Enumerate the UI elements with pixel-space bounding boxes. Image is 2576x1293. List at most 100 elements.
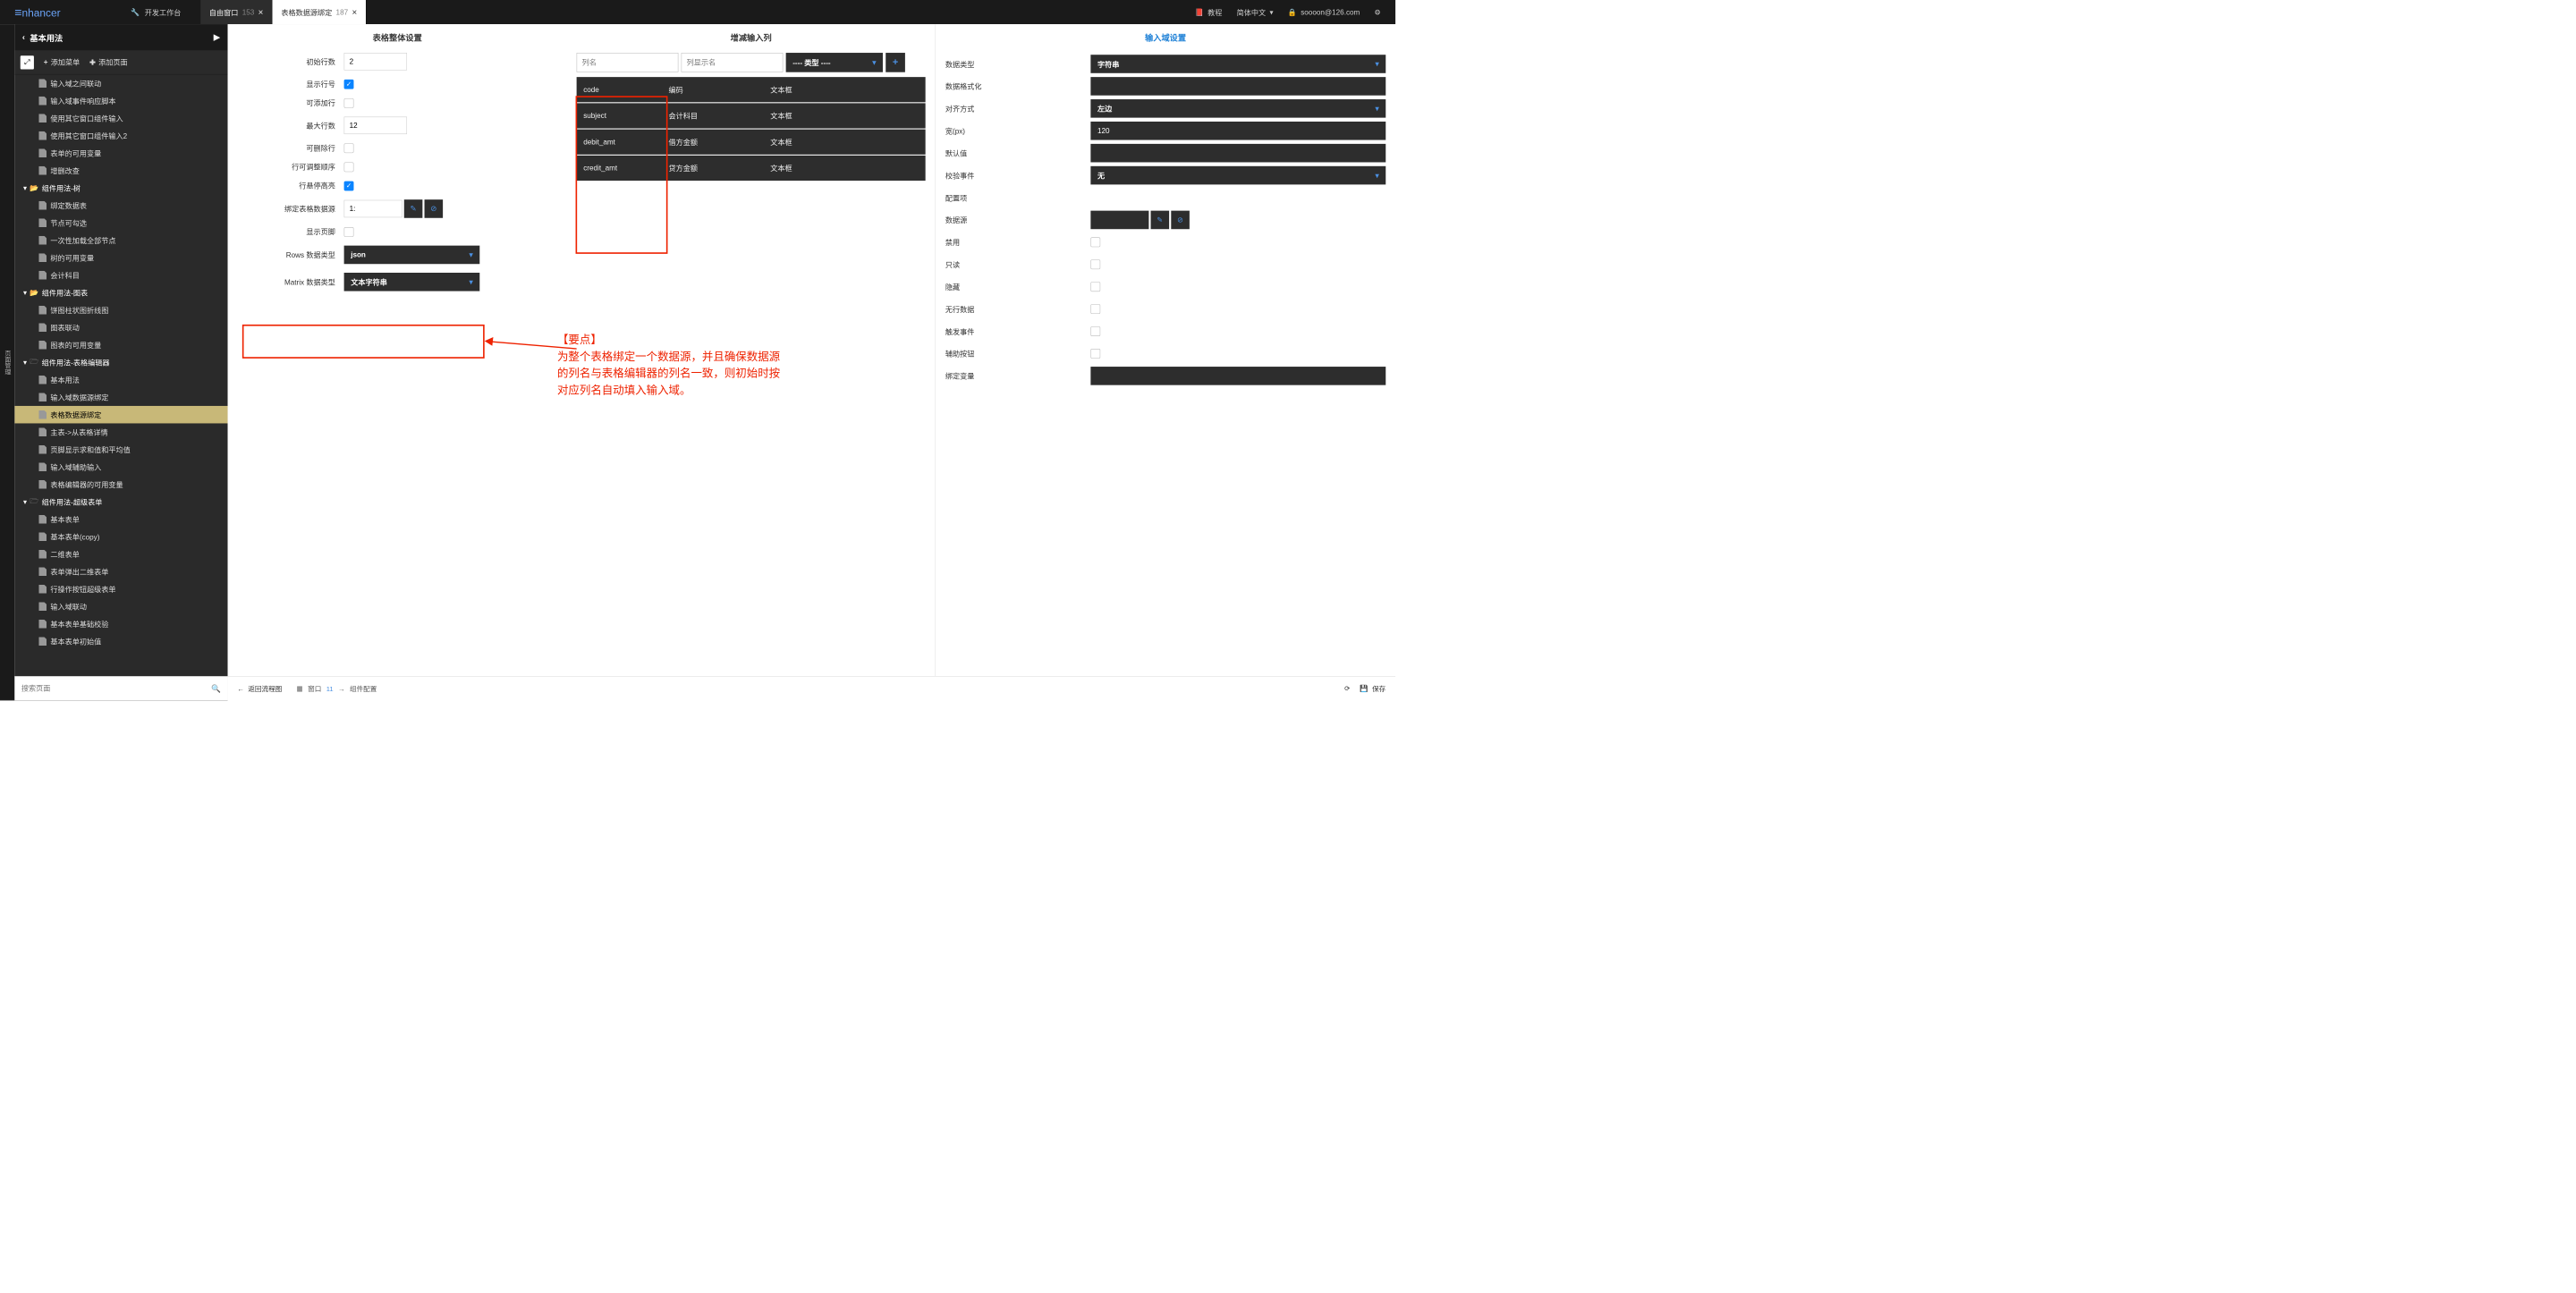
- readonly-checkbox[interactable]: [1090, 259, 1100, 269]
- main-content: 表格整体设置 初始行数 显示行号✓ 可添加行 最大行数 可删除行 行可调整顺序 …: [228, 24, 1395, 676]
- column-row[interactable]: subject会计科目文本框: [577, 103, 926, 128]
- rail-tab-nav[interactable]: 导航配置: [0, 24, 1, 700]
- trigger-checkbox[interactable]: [1090, 326, 1100, 336]
- workbench-link[interactable]: 🔧 开发工作台: [121, 7, 191, 17]
- bind-ds-input[interactable]: 1:: [344, 200, 402, 218]
- can-delete-checkbox[interactable]: [344, 143, 354, 153]
- close-icon[interactable]: ×: [258, 7, 264, 17]
- edit-ds-button[interactable]: ✎: [404, 199, 423, 218]
- tree-item[interactable]: 主表->从表格详情: [14, 423, 227, 441]
- align-select[interactable]: 左边▾: [1090, 99, 1385, 118]
- show-rowno-checkbox[interactable]: ✓: [344, 80, 354, 89]
- folder-icon: 🗁: [30, 495, 38, 508]
- tree-item[interactable]: 输入域数据源绑定: [14, 388, 227, 406]
- add-menu-button[interactable]: +添加菜单: [44, 57, 80, 67]
- add-column-button[interactable]: +: [886, 53, 905, 72]
- columns-header: ---- 类型 ----▾ +: [577, 53, 926, 72]
- validate-select[interactable]: 无▾: [1090, 166, 1385, 185]
- add-page-button[interactable]: ✚添加页面: [89, 57, 128, 67]
- width-input[interactable]: 120: [1090, 122, 1385, 140]
- aux-btn-checkbox[interactable]: [1090, 349, 1100, 359]
- language-select[interactable]: 简体中文▾: [1237, 7, 1274, 17]
- play-icon[interactable]: ▶: [214, 32, 220, 42]
- tree-item[interactable]: 图表的可用变量: [14, 336, 227, 354]
- back-button[interactable]: ←返回流程图: [237, 684, 282, 694]
- crumb-1[interactable]: 窗口: [308, 684, 321, 694]
- tree-item[interactable]: 增删改查: [14, 162, 227, 180]
- tree-item[interactable]: 输入域联动: [14, 597, 227, 615]
- can-add-checkbox[interactable]: [344, 98, 354, 108]
- sidebar: ‹ 基本用法 ▶ ⤢ +添加菜单 ✚添加页面 输入域之间联动 输入域事件响应脚本…: [14, 24, 227, 700]
- tab-free-window[interactable]: 自由窗口153×: [200, 0, 272, 24]
- tree-item[interactable]: 二维表单: [14, 545, 227, 563]
- ds-input[interactable]: [1090, 211, 1148, 230]
- tree-item[interactable]: 输入域辅助输入: [14, 458, 227, 476]
- data-type-select[interactable]: 字符串▾: [1090, 55, 1385, 73]
- max-rows-input[interactable]: [344, 117, 407, 135]
- save-icon: 💾: [1360, 684, 1368, 692]
- tree-item[interactable]: 饼图柱状图折线图: [14, 301, 227, 319]
- expand-icon[interactable]: ⤢: [21, 55, 34, 69]
- tree-item[interactable]: 基本表单: [14, 511, 227, 528]
- init-rows-input[interactable]: [344, 53, 407, 71]
- column-row[interactable]: code编码文本框: [577, 77, 926, 102]
- tab-table-ds-bind[interactable]: 表格数据源绑定187×: [273, 0, 367, 24]
- col-type-select[interactable]: ---- 类型 ----▾: [786, 53, 883, 72]
- tree-group-super-form[interactable]: ▾🗁组件用法-超级表单: [14, 493, 227, 511]
- tree-item[interactable]: 表格编辑器的可用变量: [14, 476, 227, 494]
- tree-item[interactable]: 输入域之间联动: [14, 74, 227, 92]
- tree-item[interactable]: 基本表单(copy): [14, 528, 227, 545]
- tree-item[interactable]: 树的可用变量: [14, 249, 227, 266]
- search-input[interactable]: [21, 684, 211, 692]
- tree-item[interactable]: 页脚显示求和值和平均值: [14, 441, 227, 459]
- norowdata-checkbox[interactable]: [1090, 304, 1100, 314]
- search-icon[interactable]: 🔍: [211, 684, 221, 694]
- tree-item[interactable]: 一次性加载全部节点: [14, 232, 227, 249]
- edit-ds-button[interactable]: ✎: [1151, 211, 1170, 230]
- tree-group-tree[interactable]: ▾📂组件用法-树: [14, 179, 227, 197]
- data-format-input[interactable]: [1090, 77, 1385, 96]
- tree-item[interactable]: 表单的可用变量: [14, 144, 227, 162]
- matrix-type-select[interactable]: 文本字符串▾: [344, 273, 480, 292]
- tree-item[interactable]: 图表联动: [14, 318, 227, 336]
- hidden-checkbox[interactable]: [1090, 282, 1100, 292]
- tree-item[interactable]: 基本表单初始值: [14, 632, 227, 650]
- tree-item[interactable]: 表单弹出二维表单: [14, 562, 227, 580]
- column-row[interactable]: credit_amt贷方金额文本框: [577, 156, 926, 181]
- tree-item[interactable]: 行操作按钮超级表单: [14, 580, 227, 598]
- tutorial-link[interactable]: 📕教程: [1195, 7, 1223, 17]
- label: 绑定变量: [945, 371, 1091, 381]
- tree-item[interactable]: 基本用法: [14, 371, 227, 389]
- tree-group-table-editor[interactable]: ▾🗁组件用法-表格编辑器: [14, 353, 227, 371]
- col-display-input[interactable]: [682, 53, 784, 72]
- tree-item[interactable]: 使用其它窗口组件输入: [14, 109, 227, 127]
- default-input[interactable]: [1090, 144, 1385, 163]
- tree-item[interactable]: 使用其它窗口组件输入2: [14, 127, 227, 145]
- user-menu[interactable]: 🔒soooon@126.com: [1288, 8, 1360, 17]
- label: 对齐方式: [945, 104, 1091, 114]
- reorder-checkbox[interactable]: [344, 162, 354, 172]
- close-icon[interactable]: ×: [352, 7, 357, 17]
- refresh-button[interactable]: ⟳: [1344, 684, 1350, 692]
- rail-tab-pages[interactable]: 页面管理: [1, 24, 15, 700]
- clear-ds-button[interactable]: ⊘: [425, 199, 444, 218]
- save-button[interactable]: 💾保存: [1360, 684, 1385, 694]
- tree-group-chart[interactable]: ▾📂组件用法-图表: [14, 283, 227, 301]
- tree-item[interactable]: 会计科目: [14, 266, 227, 284]
- tree-item[interactable]: 节点可勾选: [14, 214, 227, 232]
- tree-item[interactable]: 基本表单基础校验: [14, 615, 227, 633]
- col-name-input[interactable]: [577, 53, 679, 72]
- clear-ds-button[interactable]: ⊘: [1171, 211, 1190, 230]
- tree-item[interactable]: 输入域事件响应脚本: [14, 92, 227, 110]
- column-row[interactable]: debit_amt借方金额文本框: [577, 130, 926, 155]
- tree-item[interactable]: 绑定数据表: [14, 197, 227, 215]
- settings-gear[interactable]: ⚙: [1375, 8, 1381, 17]
- bind-var-input[interactable]: [1090, 367, 1385, 385]
- chevron-left-icon[interactable]: ‹: [22, 32, 25, 42]
- footer-checkbox[interactable]: [344, 227, 354, 237]
- rows-type-select[interactable]: json▾: [344, 246, 480, 265]
- tree-item-active[interactable]: 表格数据源绑定: [14, 406, 227, 424]
- hover-checkbox[interactable]: ✓: [344, 181, 354, 190]
- disabled-checkbox[interactable]: [1090, 237, 1100, 247]
- crumb-2[interactable]: 组件配置: [350, 684, 377, 694]
